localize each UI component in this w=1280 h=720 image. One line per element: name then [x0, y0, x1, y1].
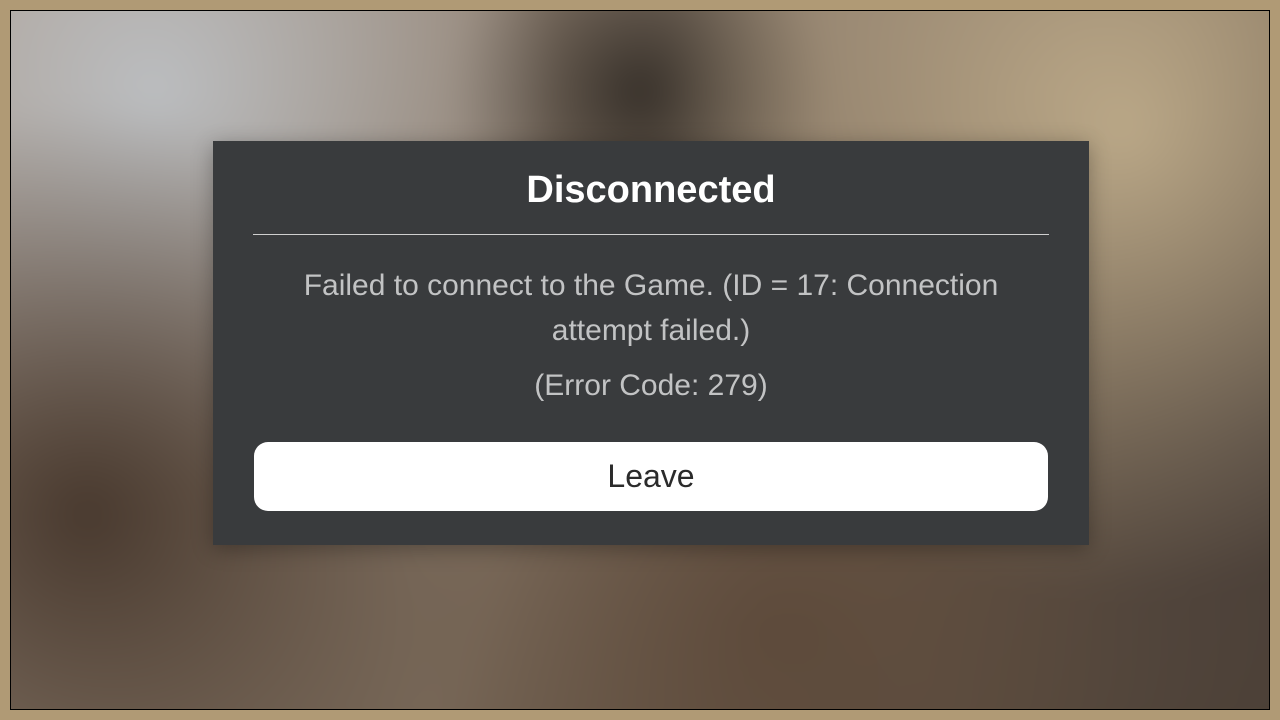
disconnect-dialog: Disconnected Failed to connect to the Ga… [213, 141, 1089, 545]
dialog-error-code: (Error Code: 279) [251, 363, 1051, 436]
dialog-message: Failed to connect to the Game. (ID = 17:… [251, 235, 1051, 363]
dialog-title: Disconnected [251, 169, 1051, 234]
outer-frame: Disconnected Failed to connect to the Ga… [10, 10, 1270, 710]
leave-button[interactable]: Leave [254, 442, 1048, 511]
